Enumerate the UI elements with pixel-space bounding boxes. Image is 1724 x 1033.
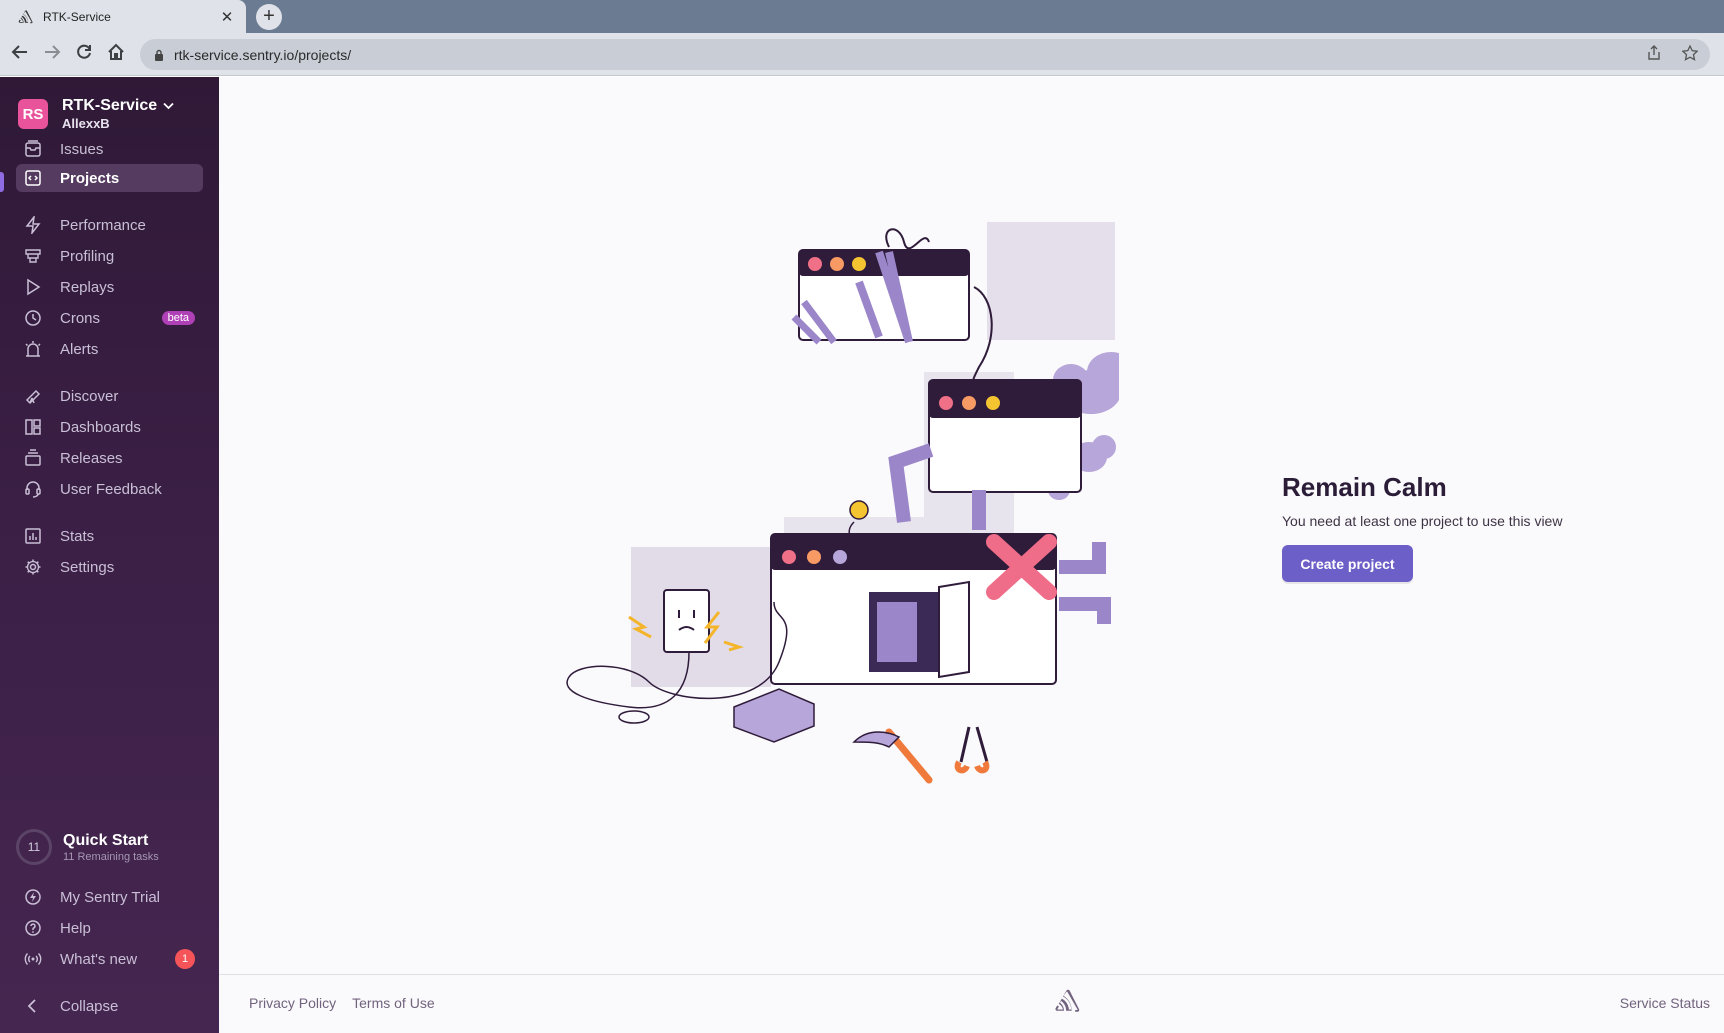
sidebar-item-label: Profiling	[60, 247, 115, 265]
footer: Privacy Policy Terms of Use Service Stat…	[219, 974, 1724, 1033]
issues-icon	[24, 140, 42, 158]
sidebar-item-replays[interactable]: Replays	[16, 273, 203, 301]
org-avatar: RS	[18, 99, 48, 129]
sidebar-item-label: Collapse	[60, 997, 119, 1015]
sidebar-item-label: Issues	[60, 140, 104, 158]
quick-start-subtitle: 11 Remaining tasks	[63, 850, 159, 863]
browser-tab[interactable]: RTK-Service ✕	[0, 0, 246, 33]
main-content: Remain Calm You need at least one projec…	[219, 77, 1724, 1033]
sidebar-item-label: Dashboards	[60, 418, 141, 436]
org-name: RTK-Service	[62, 97, 158, 114]
sidebar-item-help[interactable]: Help	[16, 914, 203, 942]
sidebar-item-discover[interactable]: Discover	[16, 382, 203, 410]
sidebar-item-label: What's new	[60, 950, 138, 968]
service-status-link[interactable]: Service Status	[1620, 995, 1710, 1011]
chevron-down-icon	[163, 102, 174, 110]
sidebar-item-projects[interactable]: Projects	[16, 164, 203, 192]
create-project-button[interactable]: Create project	[1282, 545, 1413, 582]
sidebar-item-my-sentry-trial[interactable]: My Sentry Trial	[16, 883, 203, 911]
browser-toolbar: rtk-service.sentry.io/projects/	[0, 33, 1724, 76]
active-indicator	[0, 172, 4, 192]
user-feedback-icon	[24, 480, 42, 498]
org-user: AllexxB	[62, 116, 110, 131]
sidebar-item-alerts[interactable]: Alerts	[16, 335, 203, 363]
lock-icon	[155, 49, 163, 61]
sidebar-item-label: Alerts	[60, 340, 99, 358]
settings-icon	[24, 558, 42, 576]
empty-state-description: You need at least one project to use thi…	[1282, 513, 1563, 529]
sidebar-item-label: Settings	[60, 558, 115, 576]
alerts-icon	[24, 340, 42, 358]
sidebar-item-profiling[interactable]: Profiling	[16, 242, 203, 270]
browser-tabstrip: RTK-Service ✕ +	[0, 0, 1724, 33]
broadcast-icon	[24, 950, 42, 968]
sidebar-item-label: User Feedback	[60, 480, 162, 498]
tab-close-icon[interactable]: ✕	[218, 8, 236, 26]
sidebar-item-label: Crons	[60, 309, 101, 327]
whats-new-badge: 1	[175, 949, 195, 969]
sidebar-item-releases[interactable]: Releases	[16, 444, 203, 472]
crons-icon	[24, 309, 42, 327]
reload-icon[interactable]	[72, 43, 96, 67]
discover-icon	[24, 387, 42, 405]
sentry-favicon-icon	[18, 9, 33, 23]
quick-start-title: Quick Start	[63, 831, 149, 849]
url-text: rtk-service.sentry.io/projects/	[174, 46, 352, 63]
quick-start-progress: 11	[16, 829, 52, 865]
replays-icon	[24, 278, 42, 296]
forward-icon[interactable]	[40, 43, 64, 67]
projects-icon	[24, 169, 42, 187]
tab-title: RTK-Service	[43, 9, 111, 24]
collapse-icon	[24, 997, 42, 1015]
sidebar-item-whats-new[interactable]: What's new 1	[16, 945, 203, 973]
new-tab-button[interactable]: +	[256, 4, 282, 30]
beta-badge: beta	[161, 311, 195, 325]
sidebar-item-label: My Sentry Trial	[60, 888, 161, 906]
quick-start[interactable]: 11 Quick Start 11 Remaining tasks	[16, 829, 159, 865]
sidebar-item-label: Replays	[60, 278, 115, 296]
sidebar-item-label: Stats	[60, 527, 95, 545]
sidebar-item-crons[interactable]: Crons beta	[16, 304, 203, 332]
sidebar-item-label: Projects	[60, 169, 120, 187]
sidebar-item-dashboards[interactable]: Dashboards	[16, 413, 203, 441]
sidebar-item-performance[interactable]: Performance	[16, 211, 203, 239]
sentry-logo-icon[interactable]	[1055, 989, 1081, 1013]
org-switcher[interactable]: RS RTK-Service AllexxB	[18, 97, 174, 131]
sidebar-item-label: Releases	[60, 449, 123, 467]
profiling-icon	[24, 247, 42, 265]
address-bar[interactable]: rtk-service.sentry.io/projects/	[140, 39, 1710, 70]
releases-icon	[24, 449, 42, 467]
help-icon	[24, 919, 42, 937]
stats-icon	[24, 527, 42, 545]
back-icon[interactable]	[8, 43, 32, 67]
sidebar-item-user-feedback[interactable]: User Feedback	[16, 475, 203, 503]
sidebar-item-stats[interactable]: Stats	[16, 522, 203, 550]
sidebar-item-label: Help	[60, 919, 91, 937]
empty-state: Remain Calm You need at least one projec…	[1282, 472, 1562, 582]
home-icon[interactable]	[104, 43, 128, 67]
empty-state-title: Remain Calm	[1282, 472, 1447, 502]
privacy-policy-link[interactable]: Privacy Policy	[249, 995, 336, 1011]
share-icon[interactable]	[1646, 45, 1662, 61]
sidebar-item-label: Performance	[60, 216, 146, 234]
sidebar-item-issues[interactable]: Issues	[16, 135, 203, 163]
terms-of-use-link[interactable]: Terms of Use	[352, 995, 434, 1011]
dashboards-icon	[24, 418, 42, 436]
bookmark-star-icon[interactable]	[1682, 45, 1698, 61]
sidebar: RS RTK-Service AllexxB Issues Projects P…	[0, 77, 219, 1033]
broken-robot-illustration	[566, 222, 1119, 784]
sidebar-item-settings[interactable]: Settings	[16, 553, 203, 581]
sidebar-item-label: Discover	[60, 387, 119, 405]
trial-icon	[24, 888, 42, 906]
sidebar-collapse-button[interactable]: Collapse	[16, 992, 203, 1020]
performance-icon	[24, 216, 42, 234]
